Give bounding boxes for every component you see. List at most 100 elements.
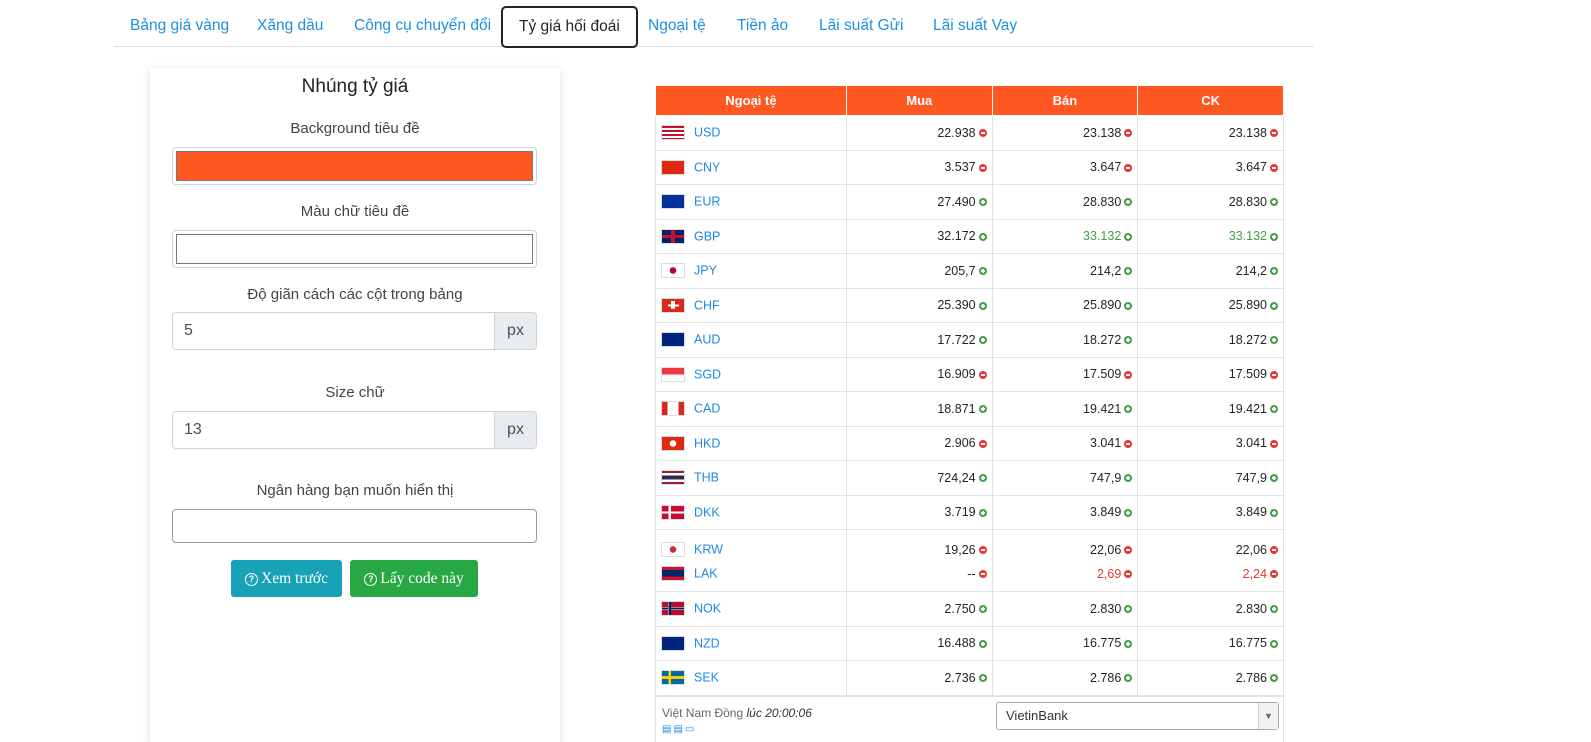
table-row: SGD 16.909 17.509 17.509 [655, 356, 1284, 392]
arrow-up-circle-icon [1270, 474, 1278, 483]
currency-link[interactable]: CNY [694, 160, 720, 174]
kr-flag-icon [661, 541, 685, 557]
spacing-unit: px [494, 313, 536, 349]
sell-value: 214,2 [1090, 263, 1122, 278]
currency-link[interactable]: DKK [694, 505, 720, 519]
bank-input[interactable] [172, 509, 537, 543]
embed-panel: Nhúng tỷ giá Background tiêu đề Màu chữ … [150, 68, 560, 742]
tab-fuel[interactable]: Xăng dầu [257, 6, 323, 47]
tab-exchange-rate[interactable]: Tỷ giá hối đoái [501, 6, 638, 48]
buy-cell: 2.736 [845, 660, 993, 696]
sell-value: 25.890 [1083, 298, 1122, 313]
currency-link[interactable]: HKD [694, 436, 720, 450]
arrow-up-circle-icon [1124, 301, 1133, 310]
chevron-down-icon: ▼ [1258, 703, 1278, 729]
ck-value: 747,9 [1235, 470, 1267, 485]
sell-value: 28.830 [1083, 194, 1122, 209]
arrow-down-circle-icon [1270, 370, 1278, 379]
arrow-up-circle-icon [1270, 605, 1278, 614]
table-row: EUR 27.490 28.830 28.830 [655, 184, 1284, 220]
tab-crypto[interactable]: Tiền ảo [737, 6, 788, 47]
file-icon[interactable]: ▤ [673, 724, 684, 735]
arrow-down-circle-icon [978, 129, 987, 138]
arrow-up-circle-icon [1124, 674, 1133, 683]
spacing-input-group: 5 px [172, 312, 537, 350]
bg-color-picker[interactable] [172, 147, 537, 185]
currency-link[interactable]: THB [694, 471, 719, 485]
sell-cell: 28.830 [991, 184, 1139, 220]
print-icon[interactable]: ▭ [685, 724, 696, 735]
sell-value: 23.138 [1083, 125, 1122, 140]
currency-cell: CAD [655, 391, 847, 427]
buy-cell: 3.537 [845, 149, 993, 185]
rate-table-container: Ngoại tệ Mua Bán CK USD 22.938 23.138 23… [655, 85, 1284, 696]
currency-link[interactable]: GBP [694, 229, 720, 243]
tab-deposit-rate[interactable]: Lãi suất Gửi [819, 6, 903, 47]
sell-cell: 2.830 [991, 591, 1139, 627]
ck-value: 3.041 [1235, 436, 1267, 451]
currency-cell: EUR [655, 184, 847, 220]
eu-flag-icon [661, 194, 685, 210]
font-size-unit: px [494, 412, 536, 448]
ck-cell: 18.272 [1137, 322, 1284, 358]
currency-cell: USD [655, 115, 847, 151]
ck-value: 2,24 [1242, 566, 1267, 581]
currency-cell: GBP [655, 218, 847, 254]
currency-link[interactable]: LAK [694, 566, 718, 580]
arrow-down-circle-icon [978, 439, 987, 448]
tab-loan-rate[interactable]: Lãi suất Vay [933, 6, 1017, 47]
buy-value: 17.722 [937, 332, 976, 347]
currency-cell: THB [655, 460, 847, 496]
currency-cell: SGD [655, 356, 847, 392]
currency-link[interactable]: JPY [694, 264, 717, 278]
currency-cell: HKD [655, 425, 847, 461]
arrow-up-circle-icon [978, 267, 987, 276]
currency-link[interactable]: KRW [694, 542, 723, 556]
ck-cell: 3.041 [1137, 425, 1284, 461]
sell-cell: 214,2 [991, 253, 1139, 289]
tab-converter[interactable]: Công cụ chuyển đổi [354, 6, 491, 47]
panel-title: Nhúng tỷ giá [301, 76, 409, 97]
currency-link[interactable]: CAD [694, 402, 720, 416]
buy-value: 16.909 [937, 367, 976, 382]
arrow-up-circle-icon [1124, 605, 1133, 614]
arrow-up-circle-icon [1124, 508, 1133, 517]
arrow-down-circle-icon [1124, 570, 1133, 579]
ck-cell: 214,2 [1137, 253, 1284, 289]
bank-select[interactable]: VietinBank ▼ [996, 702, 1279, 730]
sell-value: 3.849 [1090, 505, 1122, 520]
currency-link[interactable]: AUD [694, 333, 720, 347]
ck-cell: 19.421 [1137, 391, 1284, 427]
buy-cell: 17.722 [845, 322, 993, 358]
preview-button[interactable]: ? Xem trước [231, 560, 342, 597]
get-code-button[interactable]: ? Lấy code này [350, 560, 478, 597]
currency-link[interactable]: SEK [694, 671, 719, 685]
buy-value: 22.938 [937, 125, 976, 140]
font-size-input-group: 13 px [172, 411, 537, 449]
currency-link[interactable]: EUR [694, 195, 720, 209]
currency-link[interactable]: NOK [694, 602, 721, 616]
table-header-row: Ngoại tệ Mua Bán CK [655, 85, 1284, 116]
text-color-picker[interactable] [172, 230, 537, 268]
currency-link[interactable]: NZD [694, 636, 720, 650]
spacing-input[interactable]: 5 [173, 313, 494, 349]
doc-icon[interactable]: ▤ [662, 724, 673, 735]
buy-cell: 724,24 [845, 460, 993, 496]
arrow-up-circle-icon [978, 301, 987, 310]
currency-link[interactable]: USD [694, 126, 720, 140]
currency-link[interactable]: SGD [694, 367, 721, 381]
tab-gold-price[interactable]: Bảng giá vàng [130, 6, 229, 47]
font-size-input[interactable]: 13 [173, 412, 494, 448]
tab-foreign-currency[interactable]: Ngoại tệ [648, 6, 706, 47]
arrow-up-circle-icon [1124, 639, 1133, 648]
currency-link[interactable]: CHF [694, 298, 720, 312]
arrow-down-circle-icon [1270, 163, 1278, 172]
ck-cell: 23.138 [1137, 115, 1284, 151]
buy-cell: 3.719 [845, 494, 993, 530]
buy-value: 2.906 [944, 436, 976, 451]
buy-value: 3.537 [944, 160, 976, 175]
currency-cell: NZD [655, 625, 847, 661]
ck-cell: 22,06 2,24 [1137, 529, 1284, 592]
arrow-up-circle-icon [978, 336, 987, 345]
buy-value: 724,24 [937, 470, 976, 485]
